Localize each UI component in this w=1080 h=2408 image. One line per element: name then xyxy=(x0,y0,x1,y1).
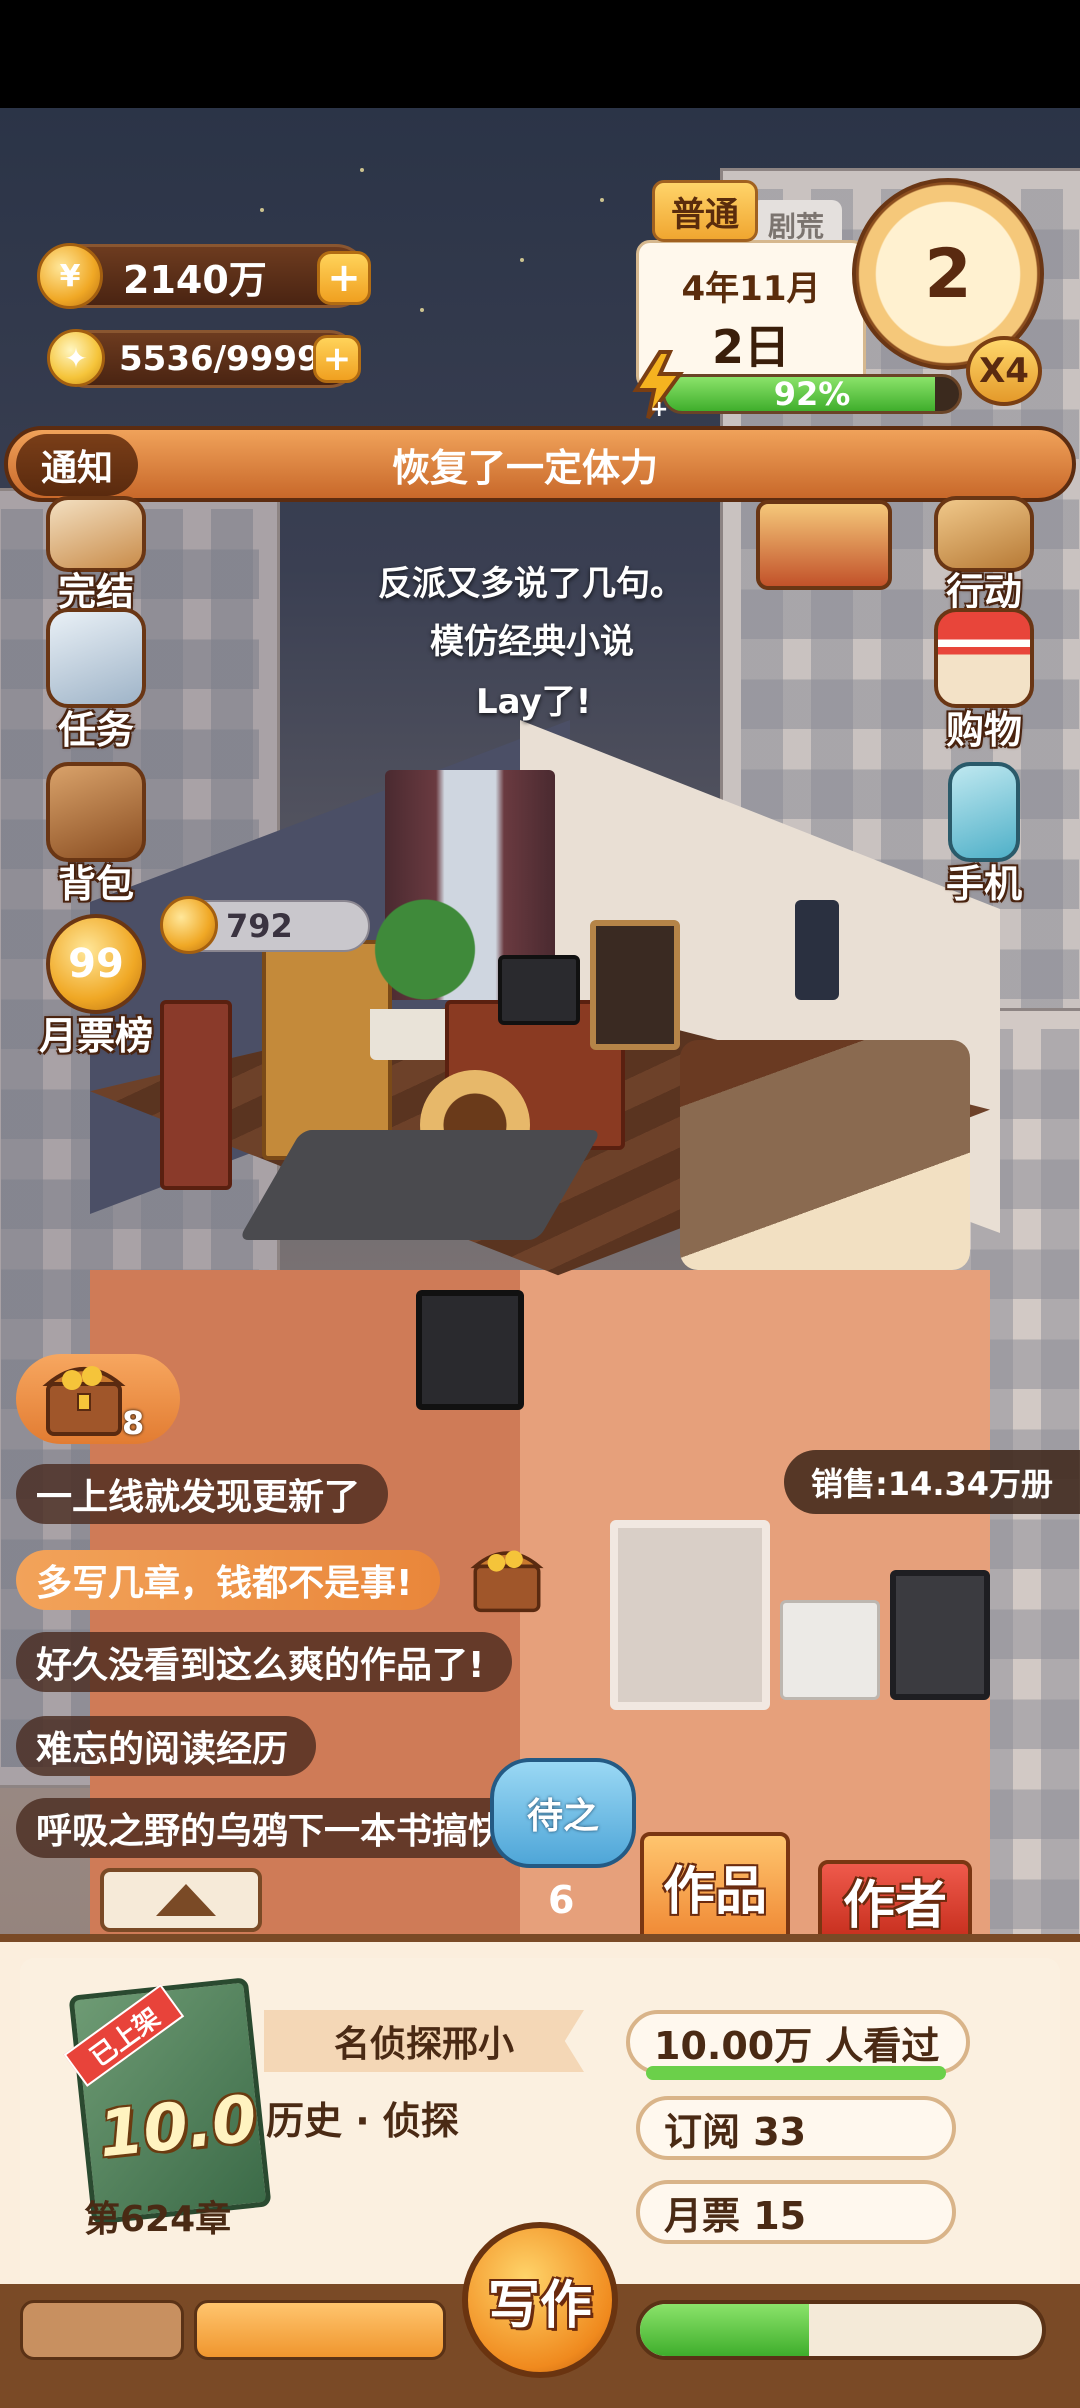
writing-progress-left xyxy=(194,2300,446,2360)
floor-tv xyxy=(416,1290,524,1410)
treasure-chest-icon[interactable] xyxy=(42,1350,126,1440)
shop-icon xyxy=(934,608,1034,708)
reader-comment: 好久没看到这么爽的作品了! xyxy=(16,1632,513,1692)
tasks-button[interactable]: 任务 xyxy=(26,608,166,754)
add-inspiration-button[interactable]: + xyxy=(313,335,361,383)
phone-button[interactable]: 手机 xyxy=(914,762,1054,908)
book-status-badge: 已上架 xyxy=(63,1984,185,2087)
room-door[interactable] xyxy=(160,1000,232,1190)
readers-progress-bar xyxy=(646,2066,946,2080)
book-genre: 历史 · 侦探 xyxy=(266,2099,459,2143)
reader-comment: 一上线就发现更新了 xyxy=(16,1464,389,1524)
writing-progress-bar xyxy=(636,2300,1046,2360)
shop-label: 购物 xyxy=(945,708,1022,752)
event-text-1: 反派又多说了几句。 xyxy=(378,564,684,604)
backpack-button[interactable]: 背包 xyxy=(26,762,166,908)
pending-count: 6 xyxy=(548,1878,575,1922)
shop-button[interactable]: 购物 xyxy=(914,608,1054,754)
inspiration-counter: ✦ 5536/9999 + xyxy=(47,329,361,388)
energy-bolt-icon[interactable]: + xyxy=(630,350,686,420)
tab-works[interactable]: 作品 xyxy=(640,1832,790,1940)
tower-ac-unit xyxy=(780,1600,880,1700)
ranking-99-icon: 99 xyxy=(46,914,146,1014)
event-text-2: 模仿经典小说 xyxy=(430,622,634,662)
bed[interactable] xyxy=(680,1040,970,1270)
readers-stat: 10.00万 人看过 xyxy=(626,2010,970,2074)
event-text-3: Lay了! xyxy=(476,682,592,722)
monthly-ranking-button[interactable]: 99 月票榜 xyxy=(26,914,166,1060)
phone-label: 手机 xyxy=(945,862,1022,906)
gold-counter: ¥ 2140万 + xyxy=(37,243,371,309)
backpack-label: 背包 xyxy=(57,862,134,906)
energy-percent: 92% xyxy=(773,375,851,413)
clock-value: 2 xyxy=(924,234,972,314)
subscriptions-stat: 订阅 33 xyxy=(636,2096,956,2160)
difficulty-tag[interactable]: 普通 xyxy=(652,180,758,242)
chest-count: 8 xyxy=(122,1404,145,1442)
svg-text:+: + xyxy=(650,397,668,420)
furniture-price: 792 xyxy=(226,907,293,945)
furniture-price-tag[interactable]: 792 xyxy=(160,896,370,954)
tower-window xyxy=(610,1520,770,1710)
write-button[interactable]: 写作 xyxy=(462,2222,618,2378)
office-chair[interactable] xyxy=(590,920,680,1050)
book-score: 10.0 xyxy=(95,2082,261,2173)
chapter-count: 第624章 xyxy=(84,2199,232,2240)
sales-counter: 销售:14.34万册 xyxy=(784,1450,1080,1514)
year-month: 4年11月 xyxy=(681,269,821,309)
rug xyxy=(238,1130,602,1240)
comment-chest-icon[interactable] xyxy=(470,1536,544,1616)
add-gold-button[interactable]: + xyxy=(317,251,371,305)
pending-bubble[interactable]: 待之 xyxy=(490,1758,636,1868)
bottom-slot-left[interactable] xyxy=(20,2300,184,2360)
book-cover[interactable]: 已上架 10.0 xyxy=(63,1977,272,2225)
tasks-label: 任务 xyxy=(57,708,134,752)
monthly-tickets-stat: 月票 15 xyxy=(636,2180,956,2244)
reader-comment-highlighted[interactable]: 多写几章，钱都不是事! xyxy=(16,1550,441,1610)
finish-button[interactable]: 完结 xyxy=(26,476,166,616)
book-title[interactable]: 名侦探邢小 xyxy=(264,2010,584,2072)
reader-comment: 难忘的阅读经历 xyxy=(16,1716,317,1776)
gold-value: 2140万 xyxy=(123,257,267,302)
lightbulb-icon: ✦ xyxy=(47,329,105,387)
arrow-up-icon xyxy=(156,1884,216,1916)
expand-up-button[interactable] xyxy=(100,1868,262,1932)
award-podium-icon[interactable] xyxy=(756,500,892,590)
writing-progress-fill xyxy=(640,2304,809,2356)
action-button[interactable]: 行动 xyxy=(914,476,1054,616)
tower-tv xyxy=(890,1570,990,1700)
phone-icon xyxy=(948,762,1020,862)
coin-icon: ¥ xyxy=(37,243,103,309)
coin-icon xyxy=(160,896,218,954)
checklist-icon xyxy=(46,608,146,708)
speed-multiplier-button[interactable]: X4 xyxy=(966,336,1042,406)
energy-bar: 92% xyxy=(662,374,962,414)
monthly-ranking-label: 月票榜 xyxy=(38,1014,153,1058)
inspiration-value: 5536/9999 xyxy=(119,339,321,379)
backpack-icon xyxy=(46,762,146,862)
tab-author[interactable]: 作者 xyxy=(818,1860,972,1940)
computer-monitor[interactable] xyxy=(498,955,580,1025)
wall-poster xyxy=(795,900,839,1000)
